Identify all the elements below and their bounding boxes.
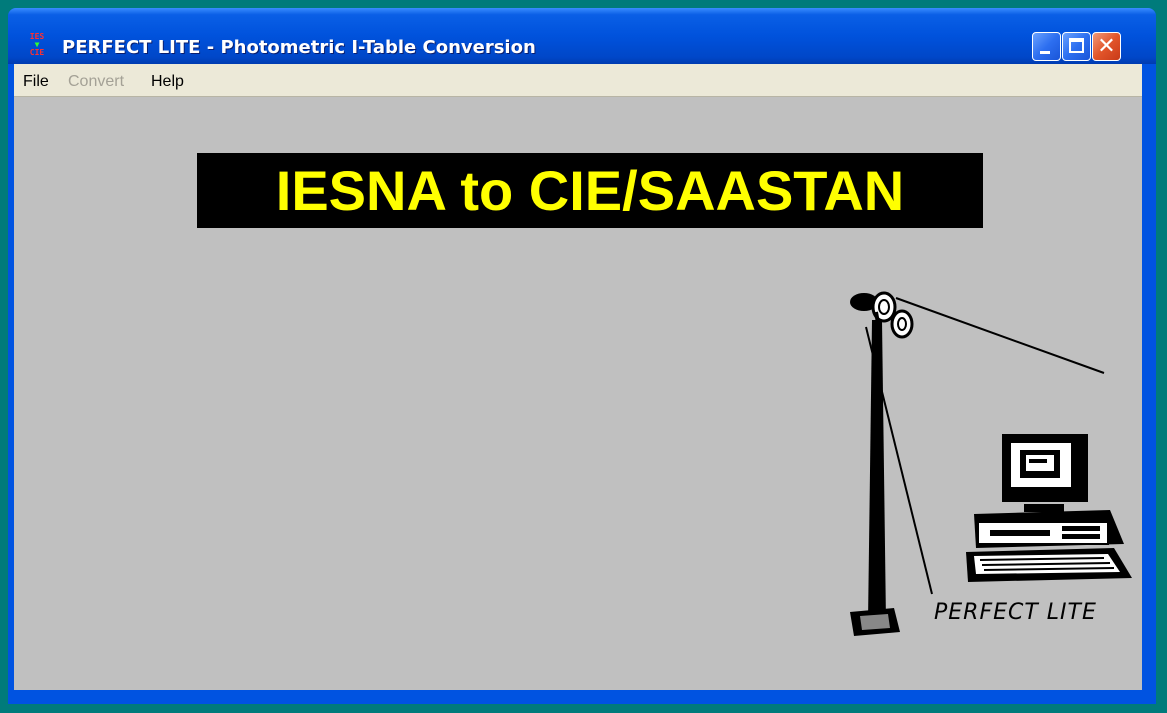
app-icon[interactable]: IES ▼ CIE xyxy=(26,33,48,57)
computer-icon xyxy=(966,434,1132,582)
menu-help[interactable]: Help xyxy=(151,73,184,91)
close-icon: ✕ xyxy=(1097,34,1116,59)
close-button[interactable]: ✕ xyxy=(1092,32,1121,61)
perfect-lite-logo: PERFECT LITE xyxy=(934,600,1097,625)
menu-file[interactable]: File xyxy=(23,73,49,91)
minimize-button[interactable] xyxy=(1032,32,1061,61)
title-banner: IESNA to CIE/SAASTAN xyxy=(197,153,983,228)
maximize-button[interactable] xyxy=(1062,32,1091,61)
title-bar[interactable]: IES ▼ CIE PERFECT LITE - Photometric I-T… xyxy=(8,8,1156,64)
menu-bar: File Convert Help xyxy=(14,64,1142,97)
window-title: PERFECT LITE - Photometric I-Table Conve… xyxy=(62,37,536,58)
banner-text: IESNA to CIE/SAASTAN xyxy=(275,159,905,222)
client-area: IESNA to CIE/SAASTAN PERFECT LITE xyxy=(14,97,1142,690)
menu-convert[interactable]: Convert xyxy=(68,73,124,91)
illustration xyxy=(850,291,1132,636)
